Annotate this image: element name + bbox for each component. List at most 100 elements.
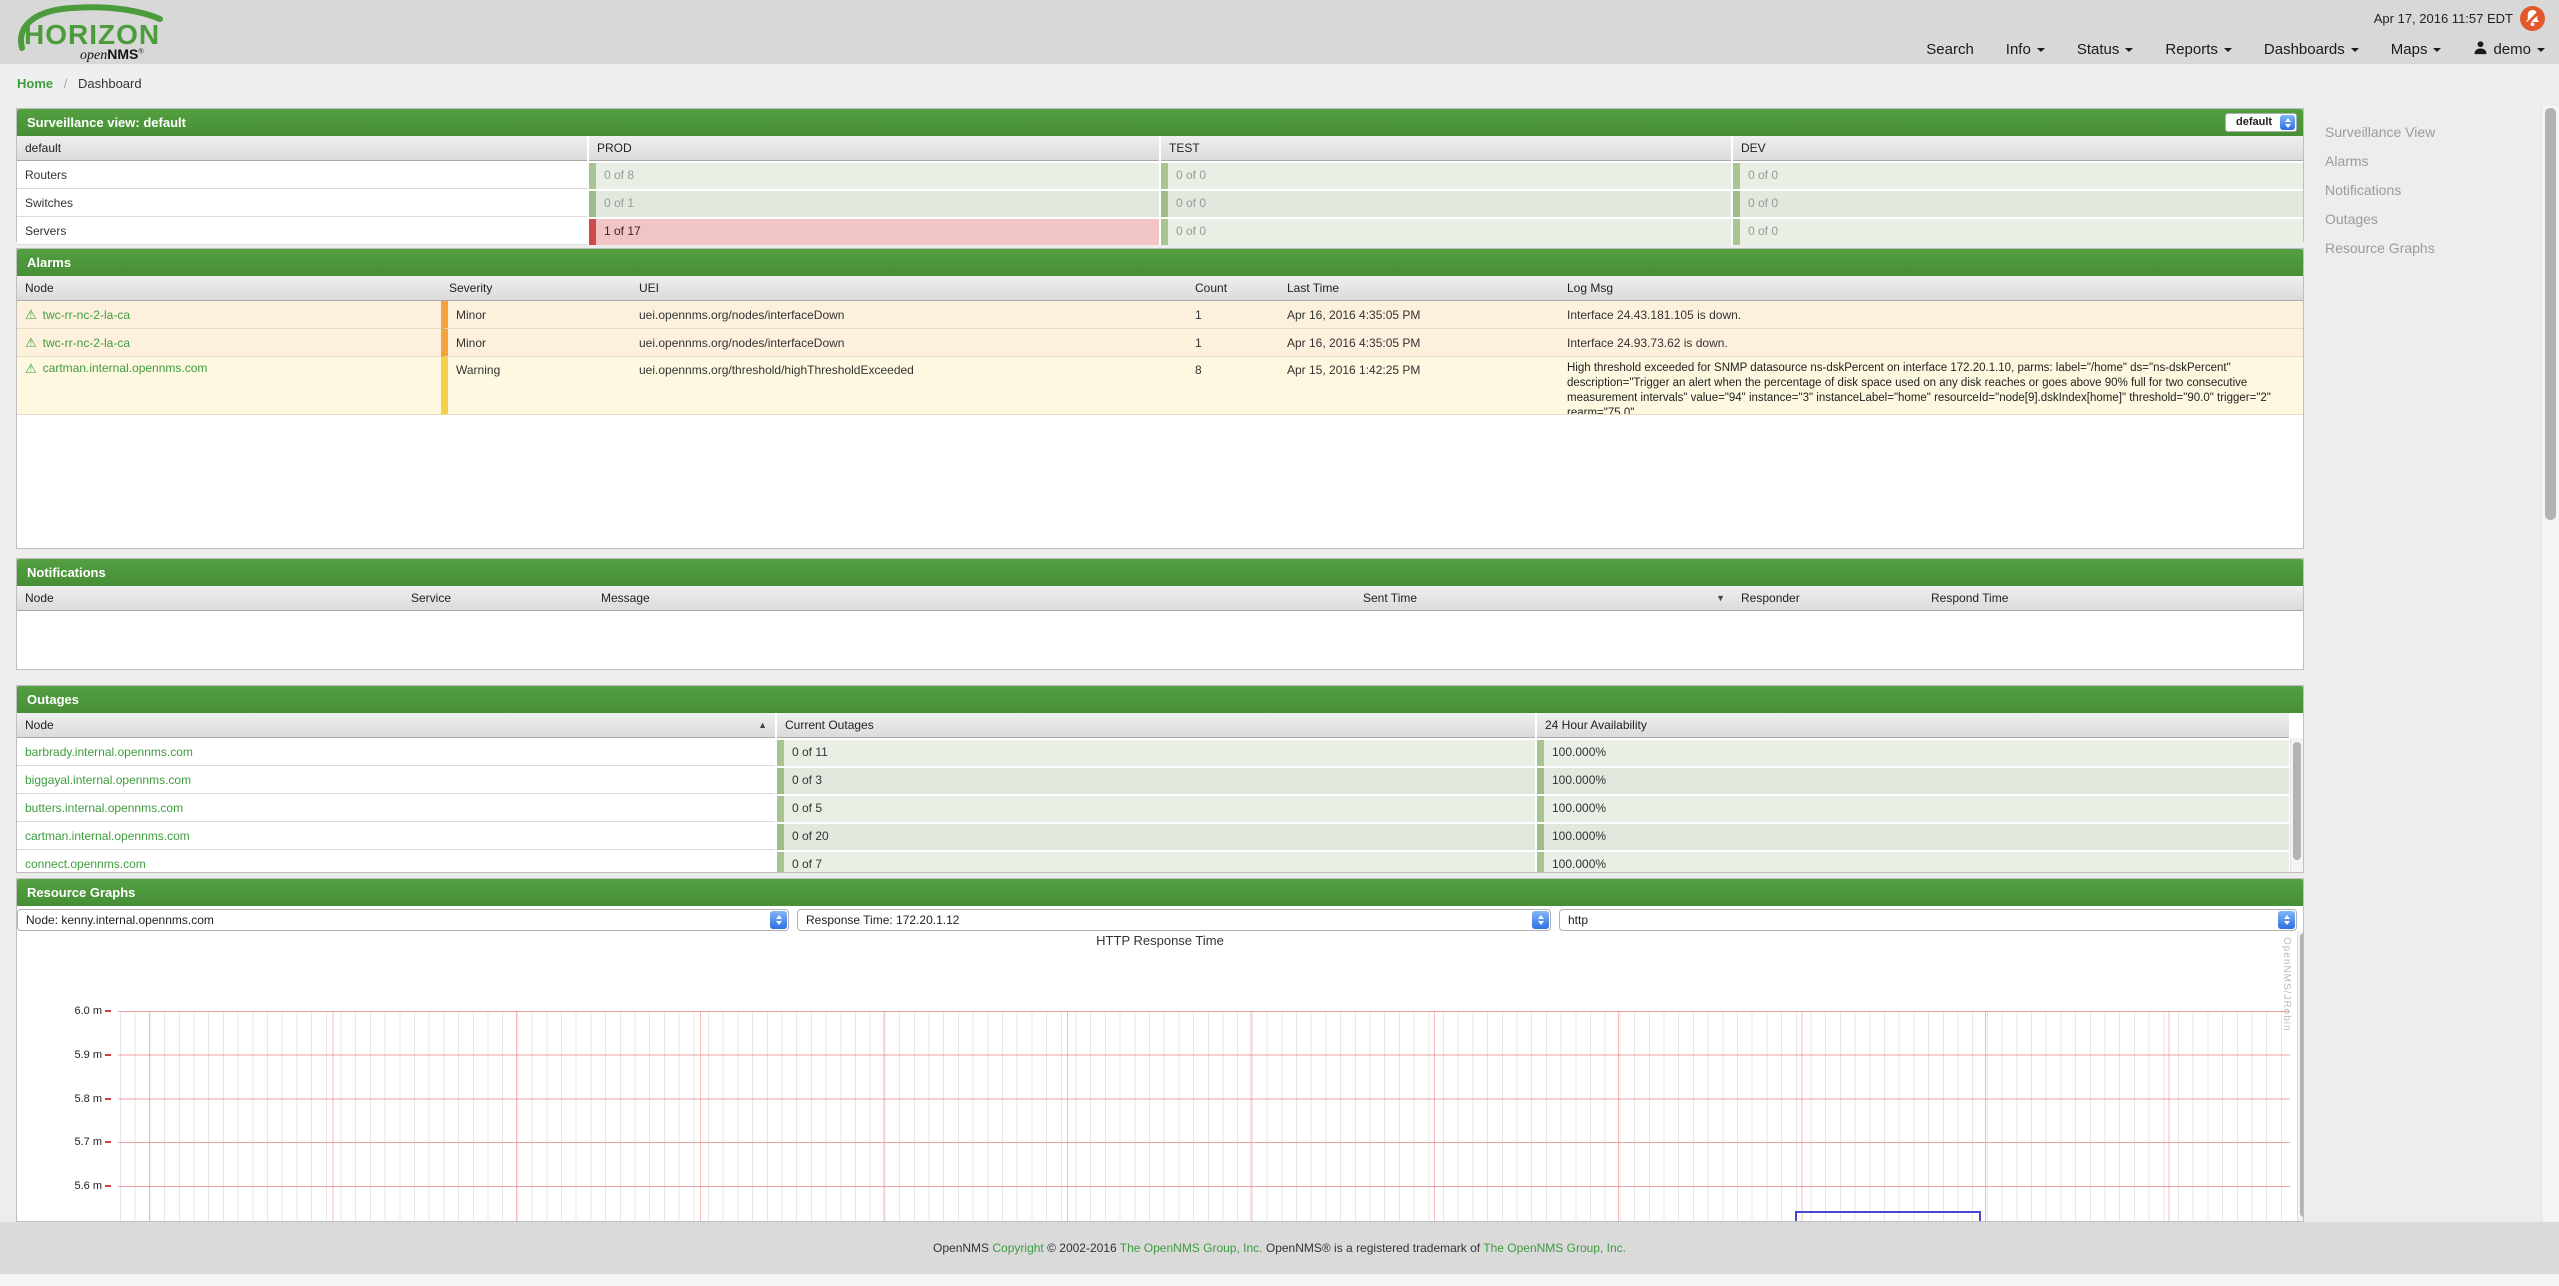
- surveillance-view-select[interactable]: default: [2225, 113, 2297, 132]
- sidebar-item-outages[interactable]: Outages: [2325, 211, 2525, 227]
- outage-node-link[interactable]: butters.internal.opennms.com: [25, 801, 183, 815]
- outage-node-cell: biggayal.internal.opennms.com: [17, 768, 775, 794]
- sort-asc-icon: ▲: [758, 713, 767, 737]
- surveillance-col-default: default: [17, 136, 587, 161]
- chart-watermark: OpenNMS/JRobin: [2281, 937, 2292, 1137]
- notifications-panel-title: Notifications: [17, 559, 2303, 586]
- http-response-time-chart: HTTP Response Time 6.0 m 5.9 m 5.8 m 5.7…: [17, 931, 2303, 1221]
- menu-maps[interactable]: Maps: [2391, 41, 2442, 58]
- footer-group-link[interactable]: The OpenNMS Group, Inc.: [1120, 1241, 1263, 1255]
- surveillance-status-cell[interactable]: 0 of 1: [589, 191, 1159, 217]
- notifications-col-respondtime: Respond Time: [1923, 586, 2303, 611]
- sidebar-item-alarms[interactable]: Alarms: [2325, 153, 2525, 169]
- select-spinner-icon: [2280, 115, 2295, 130]
- resource-graph-select[interactable]: http: [1559, 909, 2297, 931]
- outage-availability-cell: 100.000%: [1537, 796, 2289, 822]
- page-scrollbar[interactable]: [2541, 106, 2559, 1222]
- select-spinner-icon: [770, 911, 787, 929]
- alarm-node-link[interactable]: twc-rr-nc-2-la-ca: [43, 308, 130, 322]
- outage-current-cell: 0 of 5: [777, 796, 1535, 822]
- menu-reports[interactable]: Reports: [2165, 41, 2232, 58]
- menu-status[interactable]: Status: [2077, 41, 2134, 58]
- alarms-col-logmsg: Log Msg: [1559, 276, 2303, 301]
- menu-info[interactable]: Info: [2006, 41, 2045, 58]
- alarm-count-cell: 8: [1187, 357, 1279, 415]
- outage-current-cell: 0 of 20: [777, 824, 1535, 850]
- sidebar-item-notifications[interactable]: Notifications: [2325, 182, 2525, 198]
- alarm-uei-cell: uei.opennms.org/threshold/highThresholdE…: [631, 357, 1187, 415]
- surveillance-status-cell[interactable]: 0 of 0: [1161, 219, 1731, 245]
- alarm-node-link[interactable]: twc-rr-nc-2-la-ca: [43, 336, 130, 350]
- surveillance-status-cell[interactable]: 0 of 0: [1161, 163, 1731, 189]
- footer-trademark-text: OpenNMS® is a registered trademark of: [1266, 1241, 1480, 1255]
- surveillance-status-cell[interactable]: 0 of 0: [1733, 163, 2303, 189]
- outage-node-link[interactable]: connect.opennms.com: [25, 857, 146, 871]
- outage-availability-cell: 100.000%: [1537, 768, 2289, 794]
- alarm-count-cell: 1: [1187, 301, 1279, 329]
- warning-triangle-icon: ⚠: [25, 335, 37, 351]
- warning-triangle-icon: ⚠: [25, 361, 37, 377]
- alarm-severity-cell: Minor: [441, 329, 631, 357]
- opennms-horizon-logo[interactable]: HORIZON openNMS®: [10, 2, 185, 62]
- outages-scrollbar[interactable]: [2290, 738, 2304, 872]
- surveillance-row-label: Routers: [17, 163, 587, 189]
- notifications-col-senttime[interactable]: Sent Time▼: [1355, 586, 1733, 611]
- outage-node-link[interactable]: barbrady.internal.opennms.com: [25, 745, 193, 759]
- alarm-node-cell: ⚠ twc-rr-nc-2-la-ca: [17, 329, 441, 357]
- surveillance-view-panel: Surveillance view: default default defau…: [16, 108, 2304, 242]
- alarms-col-severity: Severity: [441, 276, 631, 301]
- footer-text: OpenNMS: [933, 1241, 989, 1255]
- surveillance-status-cell[interactable]: 0 of 0: [1733, 191, 2303, 217]
- alarms-panel: Alarms Node Severity UEI Count Last Time…: [16, 248, 2304, 549]
- sidebar-item-surveillance-view[interactable]: Surveillance View: [2325, 124, 2525, 140]
- alarm-logmsg-cell: Interface 24.43.181.105 is down.: [1559, 301, 2303, 329]
- breadcrumb-separator: /: [64, 76, 68, 91]
- menu-user[interactable]: demo: [2473, 40, 2545, 59]
- alarms-col-count: Count: [1187, 276, 1279, 301]
- alarms-col-uei: UEI: [631, 276, 1187, 301]
- page-bottom-strip: [0, 1274, 2559, 1286]
- notices-off-bell-icon[interactable]: [2520, 6, 2545, 31]
- outages-col-node[interactable]: Node▲: [17, 713, 775, 738]
- alarm-uei-cell: uei.opennms.org/nodes/interfaceDown: [631, 329, 1187, 357]
- sidebar-item-resource-graphs[interactable]: Resource Graphs: [2325, 240, 2525, 256]
- outages-panel: Outages Node▲ Current Outages 24 Hour Av…: [16, 685, 2304, 873]
- resource-resource-select[interactable]: Response Time: 172.20.1.12: [797, 909, 1551, 931]
- surveillance-col-test: TEST: [1161, 136, 1731, 161]
- footer-years: © 2002-2016: [1047, 1241, 1117, 1255]
- surveillance-row-label: Servers: [17, 219, 587, 245]
- outages-panel-title: Outages: [17, 686, 2303, 713]
- alarm-severity-cell: Minor: [441, 301, 631, 329]
- alarm-severity-cell: Warning: [441, 357, 631, 415]
- outage-availability-cell: 100.000%: [1537, 824, 2289, 850]
- resource-node-select[interactable]: Node: kenny.internal.opennms.com: [17, 909, 789, 931]
- surveillance-col-prod: PROD: [589, 136, 1159, 161]
- surveillance-panel-title: Surveillance view: default: [27, 115, 186, 130]
- outage-node-cell: butters.internal.opennms.com: [17, 796, 775, 822]
- alarm-node-link[interactable]: cartman.internal.opennms.com: [43, 361, 208, 375]
- outage-current-cell: 0 of 3: [777, 768, 1535, 794]
- surveillance-status-cell[interactable]: 0 of 0: [1733, 219, 2303, 245]
- surveillance-status-cell[interactable]: 0 of 0: [1161, 191, 1731, 217]
- outage-node-link[interactable]: cartman.internal.opennms.com: [25, 829, 190, 843]
- chart-title: HTTP Response Time: [17, 933, 2303, 948]
- alarm-count-cell: 1: [1187, 329, 1279, 357]
- footer-copyright-link[interactable]: Copyright: [992, 1241, 1043, 1255]
- menu-search[interactable]: Search: [1926, 41, 1974, 58]
- caret-down-icon: [2224, 48, 2232, 52]
- menu-dashboards[interactable]: Dashboards: [2264, 41, 2359, 58]
- resource-graphs-scrollbar[interactable]: [2297, 931, 2303, 1221]
- page-footer: OpenNMS Copyright © 2002-2016 The OpenNM…: [0, 1222, 2559, 1274]
- surveillance-status-cell[interactable]: 0 of 8: [589, 163, 1159, 189]
- outage-node-cell: cartman.internal.opennms.com: [17, 824, 775, 850]
- breadcrumb: Home / Dashboard: [0, 64, 2559, 106]
- outage-node-cell: barbrady.internal.opennms.com: [17, 740, 775, 766]
- surveillance-panel-header: Surveillance view: default default: [17, 109, 2303, 136]
- footer-group-link[interactable]: The OpenNMS Group, Inc.: [1483, 1241, 1626, 1255]
- surveillance-status-cell-critical[interactable]: 1 of 17: [589, 219, 1159, 245]
- breadcrumb-home-link[interactable]: Home: [17, 76, 53, 91]
- outage-node-link[interactable]: biggayal.internal.opennms.com: [25, 773, 191, 787]
- alarm-node-cell: ⚠ cartman.internal.opennms.com: [17, 357, 441, 415]
- alarm-uei-cell: uei.opennms.org/nodes/interfaceDown: [631, 301, 1187, 329]
- caret-down-icon: [2537, 48, 2545, 52]
